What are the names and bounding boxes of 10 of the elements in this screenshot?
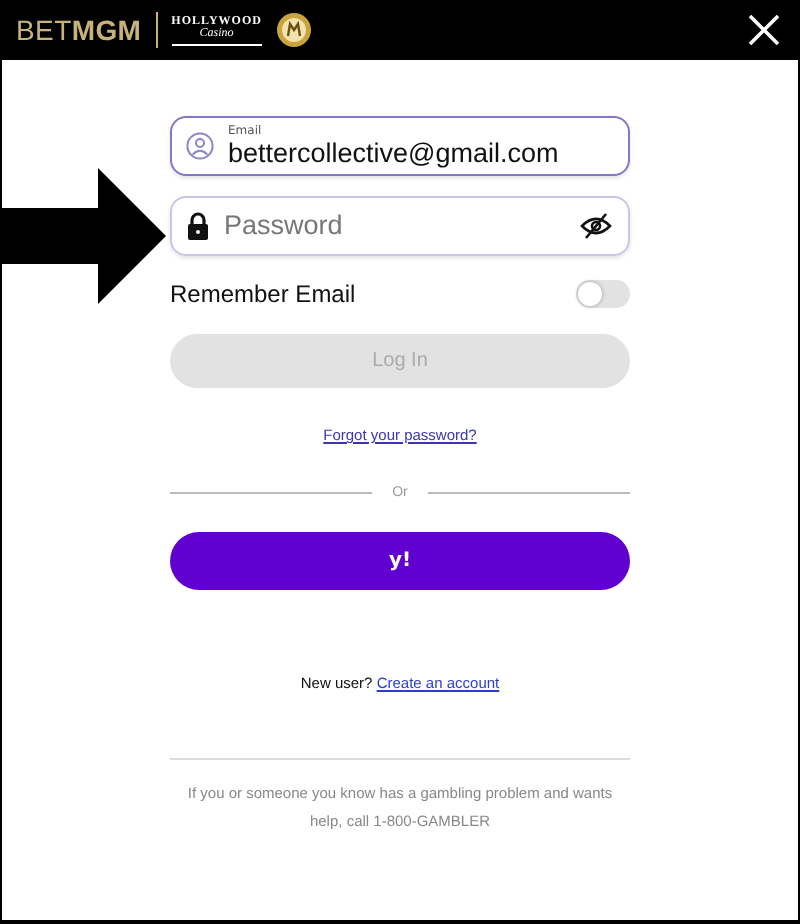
eye-slash-icon[interactable] xyxy=(580,212,612,240)
remember-email-label: Remember Email xyxy=(170,280,356,308)
yahoo-login-button[interactable]: y! xyxy=(170,532,630,590)
brand-logo: BETMGM xyxy=(16,14,142,46)
password-field[interactable]: Password xyxy=(170,196,630,256)
close-icon[interactable] xyxy=(748,14,780,46)
seal-icon xyxy=(275,12,312,48)
user-icon xyxy=(186,132,214,160)
lock-icon xyxy=(186,212,210,240)
toggle-switch[interactable] xyxy=(576,280,630,308)
